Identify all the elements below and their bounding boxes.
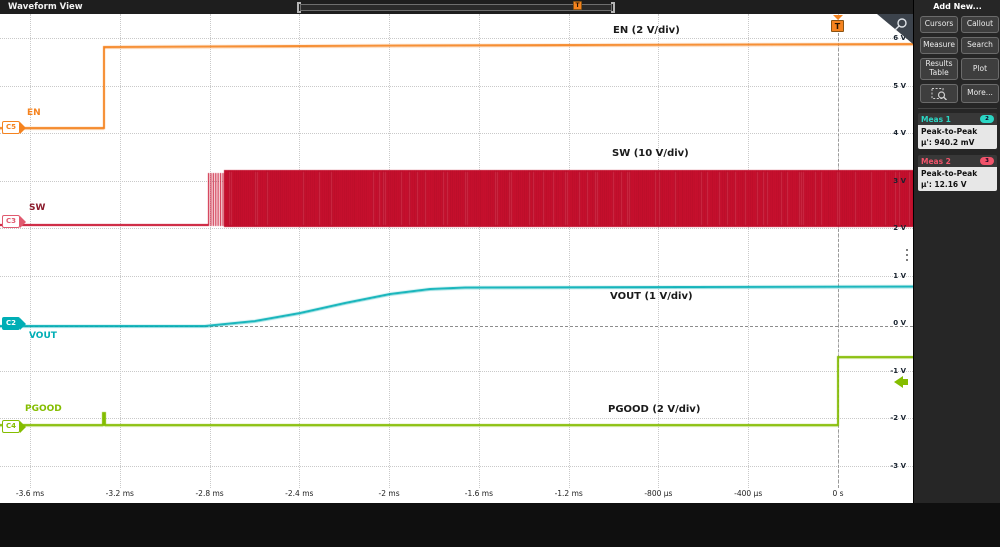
channel-badge-c3[interactable]: C3 bbox=[2, 215, 26, 228]
time-axis-label: 0 s bbox=[814, 489, 862, 498]
channel-badge-c5[interactable]: C5 bbox=[2, 121, 26, 134]
voltage-axis-label: 4 V bbox=[878, 129, 906, 137]
time-axis-label: -2.4 ms bbox=[275, 489, 323, 498]
add-new-plot-button[interactable]: Plot bbox=[961, 58, 999, 80]
panel-grip-handle[interactable] bbox=[906, 246, 908, 264]
bottom-settings-bar: Ch 21 V/div1 MΩ500 MHzCh 310 V/div20 MHz… bbox=[0, 503, 1000, 547]
voltage-axis-label: -1 V bbox=[878, 367, 906, 375]
channel-badge-arrow-icon bbox=[20, 421, 26, 433]
measurement-value: µ': 940.2 mV bbox=[921, 137, 994, 148]
channel-badge-label: C4 bbox=[2, 420, 20, 433]
time-axis-label: -800 µs bbox=[634, 489, 682, 498]
voltage-axis-label: 2 V bbox=[878, 224, 906, 232]
measurement-header: Meas 2 3 bbox=[918, 155, 997, 167]
acquisition-overview-ruler[interactable] bbox=[300, 4, 612, 11]
channel-badge-c2[interactable]: C2 bbox=[2, 317, 26, 330]
trigger-position-marker[interactable]: T bbox=[831, 15, 844, 32]
add-new-cursors-button[interactable]: Cursors bbox=[920, 16, 958, 33]
voltage-axis-label: 3 V bbox=[878, 177, 906, 185]
measurement-header: Meas 1 2 bbox=[918, 113, 997, 125]
time-axis-label: -3.2 ms bbox=[96, 489, 144, 498]
measurement-source-badge: 3 bbox=[980, 157, 994, 165]
add-new-more-button[interactable]: More... bbox=[961, 84, 999, 103]
measurement-badge-meas-1[interactable]: Meas 1 2 Peak-to-Peakµ': 940.2 mV bbox=[918, 113, 997, 149]
add-new-sidebar: Add New... CursorsCalloutMeasureSearchRe… bbox=[913, 0, 1000, 503]
time-axis-label: -1.6 ms bbox=[455, 489, 503, 498]
measurement-body: Peak-to-Peakµ': 12.16 V bbox=[918, 167, 997, 191]
ruler-right-cap bbox=[611, 2, 615, 13]
measurement-value: µ': 12.16 V bbox=[921, 179, 994, 190]
time-axis-label: -3.6 ms bbox=[6, 489, 54, 498]
measurement-badge-meas-2[interactable]: Meas 2 3 Peak-to-Peakµ': 12.16 V bbox=[918, 155, 997, 191]
voltage-axis-label: 1 V bbox=[878, 272, 906, 280]
voltage-axis-label: -3 V bbox=[878, 462, 906, 470]
panel-title: Waveform View bbox=[8, 2, 83, 12]
time-axis-label: -400 µs bbox=[724, 489, 772, 498]
trigger-level-arrow[interactable] bbox=[894, 376, 908, 388]
time-axis-label: -2.8 ms bbox=[186, 489, 234, 498]
channel-badge-c4[interactable]: C4 bbox=[2, 420, 26, 433]
zoom-select-icon bbox=[931, 87, 948, 100]
channel-badge-label: C5 bbox=[2, 121, 20, 134]
waveform-view-panel: T -3.6 ms -3.2 ms -2.8 ms -2.4 ms -2 ms -1.6 … bbox=[0, 0, 913, 503]
trace-label-en: EN (2 V/div) bbox=[613, 25, 680, 36]
channel-badge-label: C2 bbox=[2, 317, 20, 330]
add-new-measure-button[interactable]: Measure bbox=[920, 37, 958, 54]
time-axis-label: -2 ms bbox=[365, 489, 413, 498]
measurement-source-badge: 2 bbox=[980, 115, 994, 123]
time-axis-label: -1.2 ms bbox=[545, 489, 593, 498]
add-new-results-table-button[interactable]: Results Table bbox=[920, 58, 958, 80]
voltage-axis-label: 0 V bbox=[878, 319, 906, 327]
measurement-name: Meas 2 bbox=[921, 157, 951, 166]
sidebar-divider bbox=[918, 108, 997, 109]
channel-badge-arrow-icon bbox=[20, 318, 26, 330]
voltage-axis-label: -2 V bbox=[878, 414, 906, 422]
trace-label-sw: SW (10 V/div) bbox=[612, 148, 689, 159]
measurement-name: Meas 1 bbox=[921, 115, 951, 124]
channel-name-pgood: PGOOD bbox=[25, 404, 62, 414]
zoom-corner-handle[interactable] bbox=[877, 14, 913, 44]
trace-label-pgood: PGOOD (2 V/div) bbox=[608, 404, 700, 415]
channel-badge-arrow-icon bbox=[20, 122, 26, 134]
zoom-select-button[interactable] bbox=[920, 84, 958, 103]
channel-name-en: EN bbox=[27, 108, 41, 118]
channel-badge-label: C3 bbox=[2, 215, 20, 228]
plot-overlay: T -3.6 ms -3.2 ms -2.8 ms -2.4 ms -2 ms -1.6 … bbox=[0, 0, 913, 503]
add-new-callout-button[interactable]: Callout bbox=[961, 16, 999, 33]
measurement-type: Peak-to-Peak bbox=[921, 126, 994, 137]
voltage-axis-label: 5 V bbox=[878, 82, 906, 90]
channel-badge-arrow-icon bbox=[20, 216, 26, 228]
channel-name-sw: SW bbox=[29, 203, 45, 213]
measurement-type: Peak-to-Peak bbox=[921, 168, 994, 179]
channel-name-vout: VOUT bbox=[29, 331, 57, 341]
oscilloscope-app: T -3.6 ms -3.2 ms -2.8 ms -2.4 ms -2 ms -1.6 … bbox=[0, 0, 1000, 547]
add-new-search-button[interactable]: Search bbox=[961, 37, 999, 54]
trace-label-vout: VOUT (1 V/div) bbox=[610, 291, 693, 302]
measurement-body: Peak-to-Peakµ': 940.2 mV bbox=[918, 125, 997, 149]
ruler-left-cap bbox=[297, 2, 301, 13]
ruler-trigger-marker[interactable]: T bbox=[573, 1, 582, 10]
